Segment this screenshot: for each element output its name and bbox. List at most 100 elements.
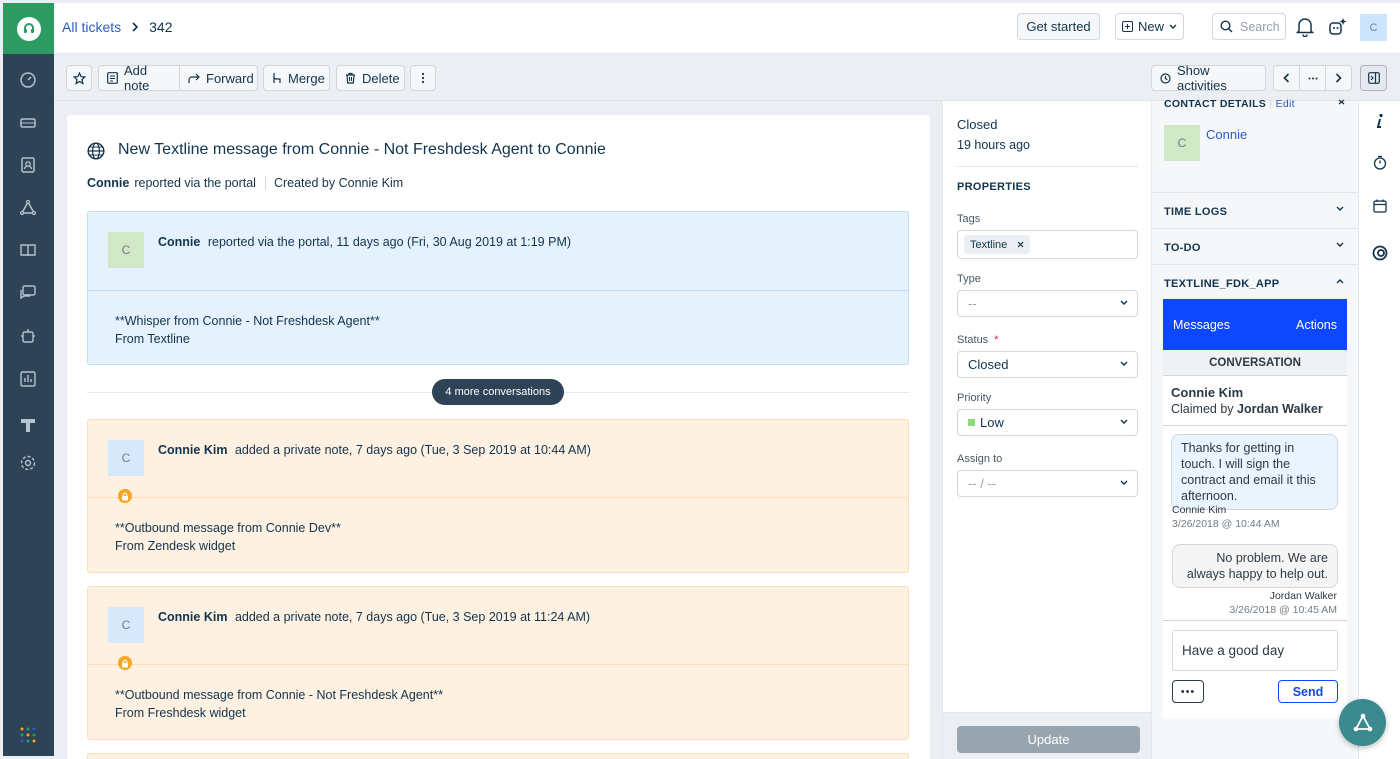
top-header-bar: All tickets 342 Get started New Search C: [54, 3, 1400, 54]
divider: [957, 166, 1138, 167]
body-line: **Outbound message from Connie Dev**: [115, 521, 341, 535]
user-avatar[interactable]: C: [1360, 14, 1387, 41]
status-title: Closed: [957, 117, 998, 132]
previous-ticket-button[interactable]: [1273, 65, 1300, 91]
knowledge-base-icon[interactable]: [16, 238, 40, 262]
requester-name[interactable]: Connie: [87, 176, 129, 190]
remove-tag-icon[interactable]: [1017, 241, 1024, 248]
messages-tab[interactable]: Messages: [1173, 318, 1230, 332]
message-author: Jordan Walker: [1269, 590, 1337, 602]
edit-contact-link[interactable]: Edit: [1276, 98, 1295, 110]
reports-icon[interactable]: [16, 367, 40, 391]
divider: [1163, 620, 1347, 621]
author-name[interactable]: Connie: [158, 235, 200, 249]
conversation-meta: added a private note, 7 days ago (Tue, 3…: [234, 610, 591, 624]
divider: [1152, 228, 1359, 229]
search-placeholder: Search: [1240, 19, 1280, 34]
more-actions-button[interactable]: [410, 65, 436, 91]
conversation-header: Connie reported via the portal, 11 days …: [158, 235, 571, 249]
delete-button[interactable]: Delete: [336, 65, 405, 91]
bot-icon[interactable]: [16, 324, 40, 348]
chevron-down-icon: [1120, 419, 1128, 425]
forums-icon[interactable]: [16, 281, 40, 305]
help-widget-button[interactable]: [1339, 699, 1386, 746]
message-input[interactable]: Have a good day: [1172, 630, 1338, 671]
time-logs-heading[interactable]: TIME LOGS: [1164, 206, 1227, 218]
horizontal-dots-icon: [1308, 77, 1318, 80]
type-label: Type: [957, 273, 981, 285]
incoming-message-bubble: Thanks for getting in touch. I will sign…: [1171, 434, 1338, 510]
todo-heading[interactable]: TO-DO: [1164, 242, 1201, 254]
new-label: New: [1137, 19, 1164, 34]
app-contact-name: Connie Kim: [1171, 385, 1244, 400]
search-box[interactable]: Search: [1212, 13, 1286, 40]
toggle-sidebar-button[interactable]: [1360, 65, 1387, 91]
required-asterisk: *: [994, 334, 999, 346]
chevron-up-icon[interactable]: [1336, 278, 1344, 284]
calendar-icon[interactable]: [1373, 199, 1387, 213]
textline-icon[interactable]: [16, 413, 40, 437]
new-dropdown-button[interactable]: New: [1115, 13, 1184, 40]
admin-settings-icon[interactable]: [16, 451, 40, 475]
add-note-label: Add note: [124, 63, 150, 93]
update-button[interactable]: Update: [957, 726, 1140, 753]
divider: [1163, 425, 1347, 426]
status-value: Closed: [968, 357, 1009, 372]
all-tickets-link[interactable]: All tickets: [62, 19, 121, 35]
star-button[interactable]: [66, 65, 92, 91]
ticket-list-dots-button[interactable]: [1299, 65, 1326, 91]
private-note-card: C Connie Kim added a private note, 7 day…: [87, 586, 909, 740]
app-switcher-grid-icon[interactable]: [16, 723, 40, 747]
add-note-button[interactable]: Add note: [98, 63, 180, 93]
send-button[interactable]: Send: [1278, 680, 1338, 703]
type-value: --: [968, 296, 977, 311]
more-conversations-button[interactable]: 4 more conversations: [432, 379, 564, 405]
show-activities-button[interactable]: Show activities: [1151, 63, 1266, 93]
conversation-divider: [88, 664, 908, 665]
merge-button[interactable]: Merge: [263, 65, 330, 91]
tags-input[interactable]: Textline: [957, 230, 1138, 259]
ticket-number: 342: [149, 19, 173, 35]
freddy-ai-sparkle-icon[interactable]: [1327, 17, 1347, 37]
type-select[interactable]: --: [957, 290, 1138, 317]
dashboard-icon[interactable]: [16, 68, 40, 92]
next-ticket-button[interactable]: [1325, 65, 1352, 91]
contact-avatar: C: [1164, 125, 1200, 161]
status-label: Status *: [957, 334, 999, 346]
assign-value: -- / --: [968, 476, 997, 491]
app-heading[interactable]: TEXTLINE_FDK_APP: [1164, 278, 1279, 290]
info-icon[interactable]: [1376, 113, 1384, 129]
chevron-down-icon[interactable]: [1336, 242, 1344, 248]
forward-button[interactable]: Forward: [179, 65, 258, 91]
get-started-button[interactable]: Get started: [1017, 13, 1100, 40]
groups-icon[interactable]: [16, 196, 40, 220]
conversation-body: **Outbound message from Connie Dev** Fro…: [115, 519, 341, 555]
textline-app-icon[interactable]: [1372, 245, 1388, 261]
contacts-icon[interactable]: [16, 153, 40, 177]
more-options-button[interactable]: •••: [1172, 680, 1204, 703]
priority-color-swatch: [968, 419, 975, 426]
notifications-bell-icon[interactable]: [1296, 17, 1314, 37]
close-icon[interactable]: [1338, 99, 1345, 105]
contact-name-link[interactable]: Connie: [1206, 127, 1247, 142]
assign-to-select[interactable]: -- / --: [957, 470, 1138, 497]
chevron-down-icon[interactable]: [1336, 206, 1344, 212]
author-name[interactable]: Connie Kim: [158, 443, 227, 457]
freshdesk-logo[interactable]: [3, 3, 54, 54]
divider: [1152, 192, 1359, 193]
contact-details-label: CONTACT DETAILS: [1164, 98, 1267, 110]
status-time: 19 hours ago: [957, 138, 1030, 152]
forward-arrow-icon: [188, 73, 200, 84]
timer-icon[interactable]: [1373, 155, 1387, 170]
private-lock-icon: [118, 656, 132, 670]
status-select[interactable]: Closed: [957, 351, 1138, 378]
claimed-prefix: Claimed by: [1171, 402, 1234, 416]
priority-select[interactable]: Low: [957, 409, 1138, 436]
tickets-icon[interactable]: [16, 111, 40, 135]
body-line: From Textline: [115, 332, 190, 346]
actions-tab[interactable]: Actions: [1296, 318, 1337, 332]
conversation-header: Connie Kim added a private note, 7 days …: [158, 443, 591, 457]
avatar: C: [108, 232, 144, 268]
author-name[interactable]: Connie Kim: [158, 610, 227, 624]
assign-to-label: Assign to: [957, 453, 1003, 465]
